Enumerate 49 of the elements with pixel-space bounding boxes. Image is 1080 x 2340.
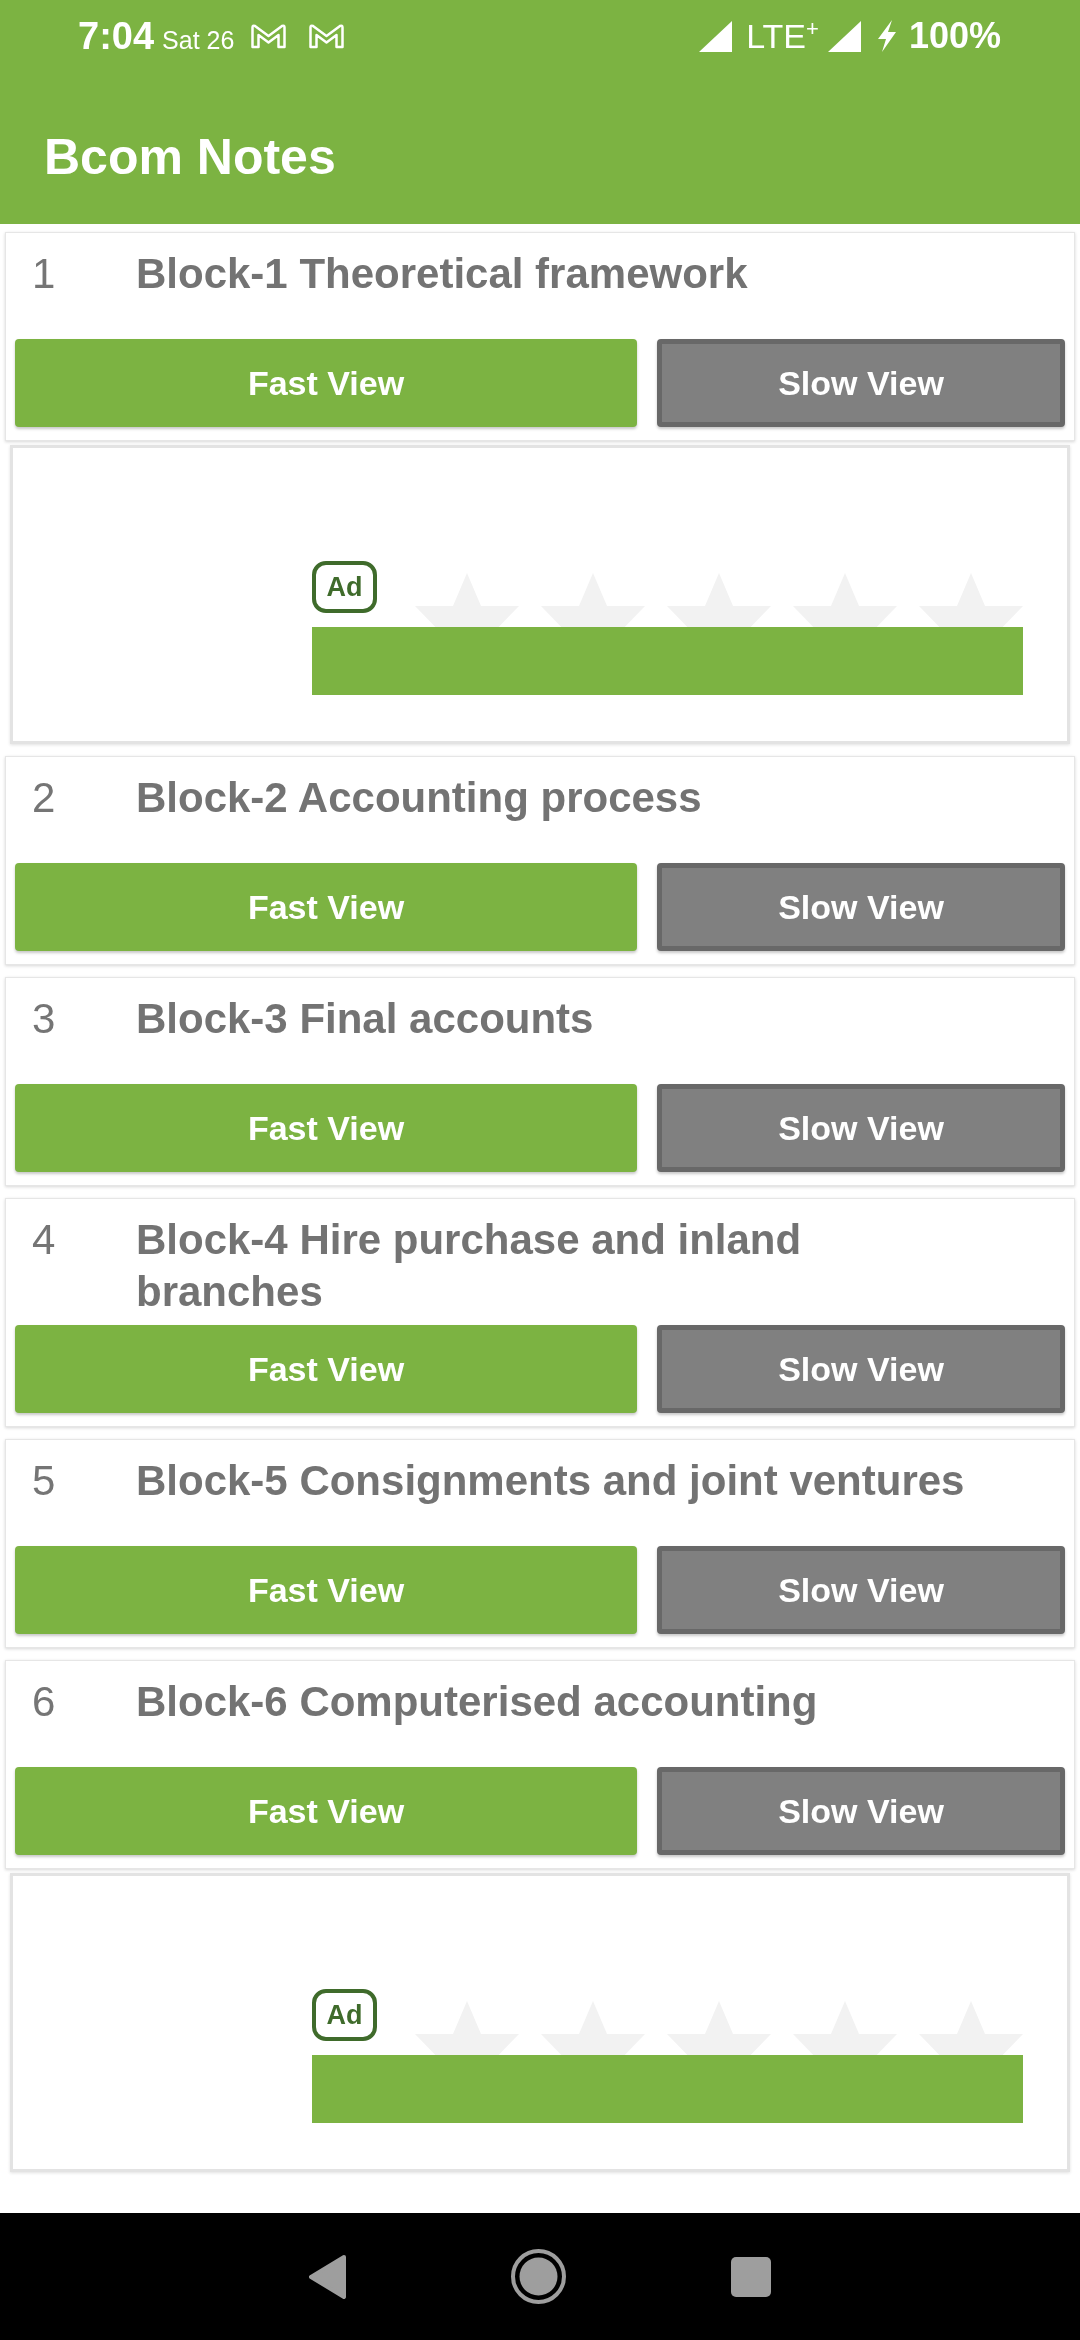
block-title: Block-5 Consignments and joint ventures <box>136 1456 965 1506</box>
date-text: Sat 26 <box>162 25 235 55</box>
fast-view-button[interactable]: Fast View <box>15 1546 637 1634</box>
slow-view-button[interactable]: Slow View <box>657 863 1065 951</box>
block-title: Block-6 Computerised accounting <box>136 1677 818 1727</box>
star-icon <box>919 2001 1023 2055</box>
block-title: Block-4 Hire purchase and inland branches <box>136 1215 803 1317</box>
block-number: 6 <box>32 1677 57 1727</box>
star-icon <box>793 2001 897 2055</box>
slow-view-button[interactable]: Slow View <box>657 1767 1065 1855</box>
mail-icon <box>250 23 288 49</box>
slow-view-button[interactable]: Slow View <box>657 339 1065 427</box>
slow-view-button[interactable]: Slow View <box>657 1546 1065 1634</box>
charging-bolt-icon <box>875 20 898 52</box>
block-title: Block-3 Final accounts <box>136 994 594 1044</box>
signal-icon <box>699 20 733 52</box>
star-icon <box>919 573 1023 627</box>
back-icon[interactable] <box>309 2254 346 2299</box>
ad-badge: Ad <box>312 1989 377 2041</box>
slow-view-button[interactable]: Slow View <box>657 1084 1065 1172</box>
block-number: 1 <box>32 249 57 299</box>
star-icon <box>541 573 645 627</box>
recents-icon[interactable] <box>731 2256 771 2297</box>
star-icon <box>415 2001 519 2055</box>
ad-badge: Ad <box>312 561 377 613</box>
block-number: 3 <box>32 994 57 1044</box>
signal-icon <box>827 20 861 52</box>
home-icon[interactable] <box>511 2249 566 2304</box>
slow-view-button[interactable]: Slow View <box>657 1325 1065 1413</box>
block-number: 4 <box>32 1215 57 1265</box>
mail-icon <box>308 23 346 49</box>
block-number: 2 <box>32 773 57 823</box>
network-type: LTE$^{+}$ <box>746 16 819 56</box>
app-title: Bcom Notes <box>44 128 336 187</box>
battery-level: 100% <box>908 15 1001 57</box>
fast-view-button[interactable]: Fast View <box>15 1084 637 1172</box>
star-icon <box>667 2001 771 2055</box>
fast-view-button[interactable]: Fast View <box>15 1325 637 1413</box>
fast-view-button[interactable]: Fast View <box>15 339 637 427</box>
block-number: 5 <box>32 1456 57 1506</box>
fast-view-button[interactable]: Fast View <box>15 863 637 951</box>
block-title: Block-1 Theoretical framework <box>136 249 748 299</box>
block-title: Block-2 Accounting process <box>136 773 702 823</box>
star-icon <box>541 2001 645 2055</box>
clock-time: 7:04 <box>78 14 155 58</box>
star-icon <box>667 573 771 627</box>
star-icon <box>793 573 897 627</box>
star-icon <box>415 573 519 627</box>
fast-view-button[interactable]: Fast View <box>15 1767 637 1855</box>
